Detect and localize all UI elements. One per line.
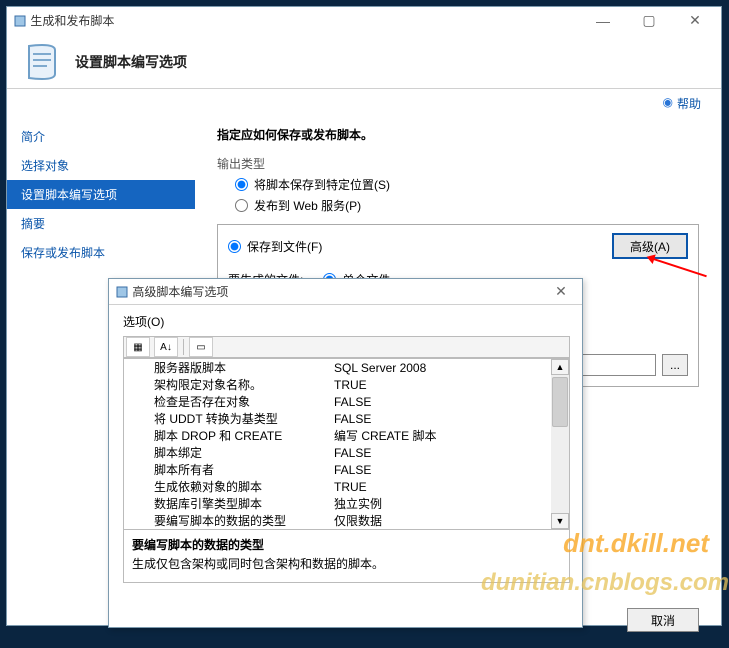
property-row[interactable]: 要编写脚本的数据的类型仅限数据 [124,512,569,529]
scroll-thumb[interactable] [552,377,568,427]
property-row[interactable]: 脚本绑定FALSE [124,444,569,461]
scroll-down-button[interactable]: ▼ [551,513,569,529]
property-row[interactable]: 检查是否存在对象FALSE [124,393,569,410]
help-link[interactable]: 帮助 [677,95,701,112]
maximize-button[interactable]: ▢ [629,8,669,34]
categorize-button[interactable]: ▦ [126,337,150,357]
property-value[interactable]: FALSE [334,395,565,409]
sidebar-item[interactable]: 保存或发布脚本 [7,238,195,267]
property-grid[interactable]: 服务器版脚本SQL Server 2008架构限定对象名称。TRUE检查是否存在… [123,358,570,530]
property-row[interactable]: 脚本所有者FALSE [124,461,569,478]
window-title: 生成和发布脚本 [30,12,114,29]
property-value[interactable]: 编写 CREATE 脚本 [334,427,565,444]
property-name: 追加到文件 [154,529,334,530]
minimize-button[interactable]: — [583,8,623,34]
radio-publish-web-input[interactable] [235,199,248,212]
property-row[interactable]: 架构限定对象名称。TRUE [124,376,569,393]
advanced-options-dialog: 高级脚本编写选项 ✕ 选项(O) ▦ A↓ ▭ 服务器版脚本SQL Server… [108,278,583,628]
property-value[interactable]: SQL Server 2008 [334,361,565,375]
dialog-close-button[interactable]: ✕ [546,279,576,305]
close-button[interactable]: ✕ [675,8,715,34]
description-title: 要编写脚本的数据的类型 [132,536,561,553]
property-value[interactable]: FALSE [334,463,565,477]
dialog-title: 高级脚本编写选项 [132,283,228,300]
property-value[interactable]: TRUE [334,480,565,494]
content-heading: 指定应如何保存或发布脚本。 [217,126,699,143]
property-name: 数据库引擎类型脚本 [154,495,334,512]
cancel-button[interactable]: 取消 [627,608,699,632]
sidebar-item[interactable]: 设置脚本编写选项 [7,180,195,209]
property-name: 服务器版脚本 [154,359,334,376]
output-type-label: 输出类型 [217,155,699,172]
radio-save-to-file[interactable]: 保存到文件(F) [228,238,612,255]
radio-save-to-file-label: 保存到文件(F) [247,238,322,255]
property-pages-button[interactable]: ▭ [189,337,213,357]
sidebar-item[interactable]: 简介 [7,122,195,151]
script-icon [115,285,129,299]
description-body: 生成仅包含架构或同时包含架构和数据的脚本。 [132,555,561,572]
property-name: 脚本 DROP 和 CREATE [154,427,334,444]
property-row[interactable]: 数据库引擎类型脚本独立实例 [124,495,569,512]
toolbar-separator [183,339,184,355]
sidebar-item[interactable]: 摘要 [7,209,195,238]
property-value[interactable]: 独立实例 [334,495,565,512]
property-name: 脚本所有者 [154,461,334,478]
titlebar: 生成和发布脚本 — ▢ ✕ [7,7,721,35]
property-name: 脚本绑定 [154,444,334,461]
page-heading: 设置脚本编写选项 [75,52,187,72]
property-row[interactable]: 生成依赖对象的脚本TRUE [124,478,569,495]
property-row[interactable]: 追加到文件FALSE [124,529,569,530]
sidebar-item[interactable]: 选择对象 [7,151,195,180]
radio-save-specified-label: 将脚本保存到特定位置(S) [254,176,390,193]
radio-publish-web[interactable]: 发布到 Web 服务(P) [235,197,699,214]
radio-publish-web-label: 发布到 Web 服务(P) [254,197,361,214]
property-row[interactable]: 服务器版脚本SQL Server 2008 [124,359,569,376]
header-band: 设置脚本编写选项 [7,35,721,89]
radio-save-specified[interactable]: 将脚本保存到特定位置(S) [235,176,699,193]
script-icon [13,14,27,28]
script-large-icon [21,40,65,84]
property-grid-toolbar: ▦ A↓ ▭ [123,336,570,358]
options-label: 选项(O) [123,313,570,330]
property-value[interactable]: FALSE [334,412,565,426]
dialog-titlebar: 高级脚本编写选项 ✕ [109,279,582,305]
property-description: 要编写脚本的数据的类型 生成仅包含架构或同时包含架构和数据的脚本。 [123,530,570,583]
property-name: 生成依赖对象的脚本 [154,478,334,495]
property-value[interactable]: TRUE [334,378,565,392]
property-value[interactable]: FALSE [334,446,565,460]
property-name: 将 UDDT 转换为基类型 [154,410,334,427]
property-row[interactable]: 将 UDDT 转换为基类型FALSE [124,410,569,427]
property-name: 架构限定对象名称。 [154,376,334,393]
property-row[interactable]: 脚本 DROP 和 CREATE编写 CREATE 脚本 [124,427,569,444]
property-name: 检查是否存在对象 [154,393,334,410]
scrollbar[interactable]: ▲ ▼ [551,359,569,529]
radio-save-specified-input[interactable] [235,178,248,191]
property-value[interactable]: 仅限数据 [334,512,565,529]
property-name: 要编写脚本的数据的类型 [154,512,334,529]
sort-az-button[interactable]: A↓ [154,337,178,357]
help-icon: ◉ [663,95,673,112]
radio-save-to-file-input[interactable] [228,240,241,253]
browse-button[interactable]: ... [662,354,688,376]
scroll-up-button[interactable]: ▲ [551,359,569,375]
